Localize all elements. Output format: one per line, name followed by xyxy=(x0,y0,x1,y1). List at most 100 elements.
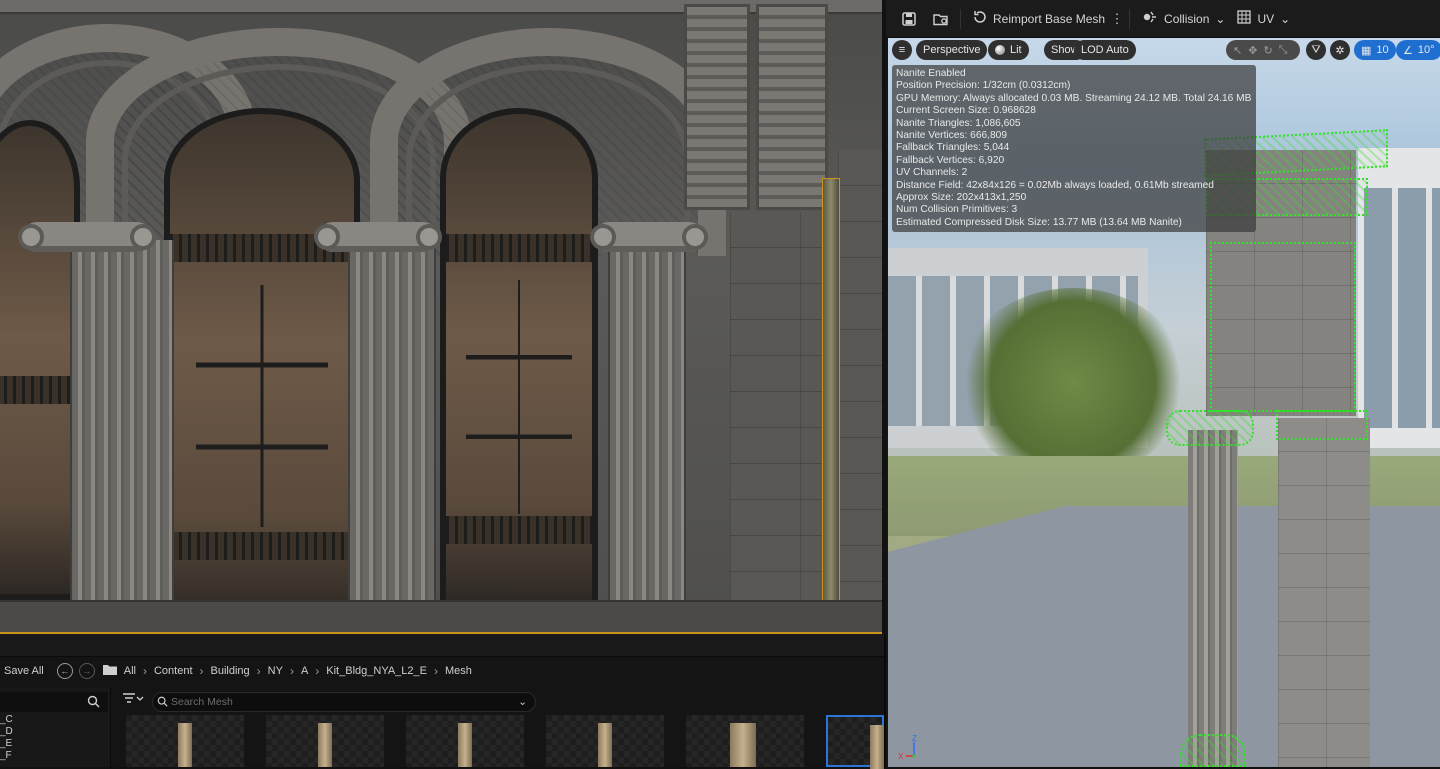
asset-thumbnail[interactable] xyxy=(546,715,664,767)
toolbar-separator xyxy=(1129,8,1131,29)
stat-line: Current Screen Size: 0.968628 xyxy=(896,105,1036,117)
stat-line: GPU Memory: Always allocated 0.03 MB. St… xyxy=(896,92,1252,104)
fluted-column-2 xyxy=(348,240,436,632)
collision-label: Collision xyxy=(1164,11,1210,26)
viewport-options-bar: ≡ Perspective Lit Show LOD Auto ↖ ✥ ↻ ⤡ ⛛ ✲… xyxy=(888,38,1440,62)
stat-line: Approx Size: 202x413x1,250 xyxy=(896,192,1027,204)
angle-snap-value: 10° xyxy=(1417,44,1435,56)
search-icon xyxy=(87,695,100,713)
ionic-capital-1 xyxy=(18,222,156,252)
stat-line: Position Precision: 1/32cm (0.0312cm) xyxy=(896,80,1071,92)
background-tree xyxy=(958,288,1188,478)
breadcrumb-item-building[interactable]: Building xyxy=(204,665,257,677)
stone-plinth xyxy=(0,600,882,634)
reimport-label: Reimport Base Mesh xyxy=(993,11,1106,26)
folder-item[interactable]: _E xyxy=(0,738,12,749)
stat-line: Nanite Vertices: 666,809 xyxy=(896,130,1008,142)
move-icon[interactable]: ✥ xyxy=(1248,44,1257,57)
asset-thumbnail-selected[interactable] xyxy=(826,715,884,769)
asset-thumbnail[interactable] xyxy=(686,715,804,767)
content-browser: Save All ← → All › Content › Building › … xyxy=(0,634,886,769)
arched-window-right xyxy=(440,108,598,608)
collision-capital xyxy=(1166,410,1254,446)
chevron-down-icon: ⌄ xyxy=(1215,11,1226,26)
lit-button[interactable]: Lit xyxy=(988,40,1029,60)
history-back-icon[interactable]: ← xyxy=(56,663,73,679)
collision-right-edge xyxy=(1276,410,1368,440)
stone-block-wall-edge xyxy=(838,150,882,632)
collision-icon xyxy=(1142,10,1158,27)
transform-tools-group[interactable]: ↖ ✥ ↻ ⤡ xyxy=(1226,40,1300,60)
asset-thumbnail[interactable] xyxy=(126,715,244,767)
stat-line: Num Collision Primitives: 3 xyxy=(896,204,1018,216)
scale-icon[interactable]: ⤡ xyxy=(1279,44,1288,57)
static-mesh-editor-panel: Reimport Base Mesh ⋮ Collision ⌄ UV ⌄ ≡ … xyxy=(886,0,1440,767)
save-all-button[interactable]: Save All xyxy=(0,665,51,677)
surface-snap-icon[interactable]: ⛛ xyxy=(1306,40,1326,60)
chevron-down-icon: ⌄ xyxy=(1280,11,1291,26)
search-icon xyxy=(157,696,168,710)
more-options-icon[interactable]: ⋮ xyxy=(1111,8,1124,30)
lit-label: Lit xyxy=(1010,44,1022,56)
axis-gizmo: Z X xyxy=(898,734,917,761)
mesh-editor-toolbar: Reimport Base Mesh ⋮ Collision ⌄ UV ⌄ xyxy=(886,0,1440,38)
collision-panel xyxy=(1210,242,1356,412)
ionic-capital-2 xyxy=(314,222,442,252)
main-level-viewport[interactable] xyxy=(0,0,882,634)
arched-window-left xyxy=(0,120,80,600)
browse-asset-icon[interactable] xyxy=(928,8,954,30)
breadcrumb-item-mesh[interactable]: Mesh xyxy=(438,665,479,677)
uv-grid-icon xyxy=(1237,10,1252,27)
mesh-preview-viewport[interactable]: ≡ Perspective Lit Show LOD Auto ↖ ✥ ↻ ⤡ ⛛ ✲… xyxy=(888,38,1440,767)
axis-x-label: X xyxy=(898,752,904,761)
asset-search-input[interactable]: Search Mesh ⌄ xyxy=(152,692,536,712)
collision-base xyxy=(1180,734,1246,767)
breadcrumb-item-content[interactable]: Content xyxy=(147,665,200,677)
arched-window-center xyxy=(164,108,360,624)
breadcrumb-item-a[interactable]: A xyxy=(294,665,315,677)
background-building-right-windows xyxy=(1364,188,1440,428)
world-local-icon[interactable]: ✲ xyxy=(1330,40,1350,60)
folder-search-input[interactable] xyxy=(0,692,108,712)
folder-item[interactable]: _D xyxy=(0,726,13,737)
chevron-down-icon[interactable]: ⌄ xyxy=(518,696,527,708)
uv-dropdown[interactable]: UV ⌄ xyxy=(1231,7,1296,31)
angle-snap-icon: ∠ xyxy=(1403,44,1413,57)
mesh-block-wall xyxy=(1278,418,1370,767)
breadcrumb-item-ny[interactable]: NY xyxy=(261,665,290,677)
ionic-capital-3 xyxy=(590,222,708,252)
asset-search-placeholder: Search Mesh xyxy=(171,696,233,708)
folder-item[interactable]: _F xyxy=(0,750,12,761)
grid-snap-icon: ▦ xyxy=(1361,44,1372,57)
fluted-column-3 xyxy=(608,240,686,632)
stat-line: Fallback Vertices: 6,920 xyxy=(896,154,1005,166)
breadcrumb-item-all[interactable]: All xyxy=(117,665,143,677)
folder-item[interactable]: _C xyxy=(0,714,13,725)
reimport-base-mesh-button[interactable]: Reimport Base Mesh xyxy=(967,7,1111,31)
asset-view-panel: Search Mesh ⌄ xyxy=(112,688,884,769)
asset-thumbnail[interactable] xyxy=(406,715,524,767)
stat-line: UV Channels: 2 xyxy=(896,167,968,179)
rotate-icon[interactable]: ↻ xyxy=(1263,44,1272,57)
lod-button[interactable]: LOD Auto xyxy=(1074,40,1136,60)
fluted-column-1 xyxy=(70,240,174,620)
uv-label: UV xyxy=(1257,11,1275,26)
asset-thumbnail[interactable] xyxy=(266,715,384,767)
select-icon[interactable]: ↖ xyxy=(1233,44,1242,57)
collision-dropdown[interactable]: Collision ⌄ xyxy=(1136,7,1231,31)
history-forward-icon[interactable]: → xyxy=(78,663,95,679)
breadcrumb-item-kit[interactable]: Kit_Bldg_NYA_L2_E xyxy=(319,665,434,677)
stat-line: Fallback Triangles: 5,044 xyxy=(896,142,1010,154)
folder-icon xyxy=(102,664,117,678)
perspective-button[interactable]: Perspective xyxy=(916,40,988,60)
grid-snap-button[interactable]: ▦ 10 xyxy=(1354,40,1396,60)
filter-icon[interactable] xyxy=(122,692,148,710)
mesh-column-shaft xyxy=(1188,430,1238,767)
content-browser-header xyxy=(0,634,884,657)
stat-line: Nanite Enabled xyxy=(896,68,966,79)
angle-snap-button[interactable]: ∠ 10° xyxy=(1396,40,1440,60)
toolbar-separator xyxy=(960,8,961,29)
hamburger-menu-icon[interactable]: ≡ xyxy=(892,40,912,60)
save-icon[interactable] xyxy=(896,8,922,30)
selected-pipe-mesh[interactable] xyxy=(822,178,840,634)
